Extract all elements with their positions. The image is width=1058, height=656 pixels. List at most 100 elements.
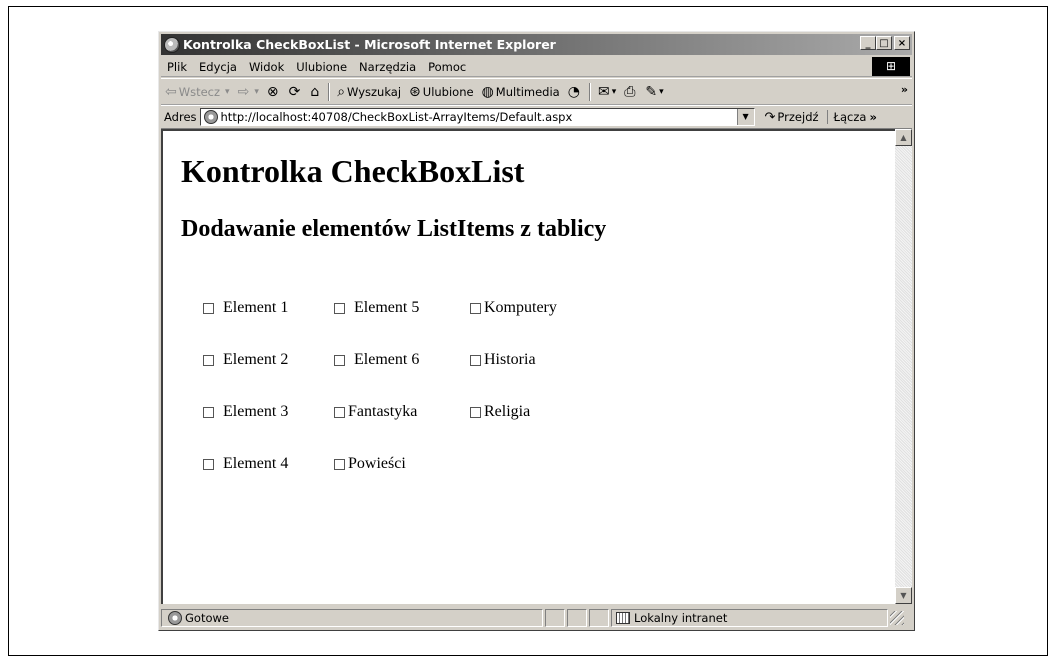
address-input[interactable]: http://localhost:40708/CheckBoxList-Arra… <box>199 108 755 126</box>
checkbox-item[interactable]: Element 1 <box>203 295 288 317</box>
vertical-scrollbar[interactable]: ▲ ▼ <box>895 129 912 604</box>
checkbox-item[interactable]: Element 6 <box>334 347 419 369</box>
menu-file[interactable]: Plik <box>161 60 193 74</box>
close-button[interactable]: × <box>894 36 910 50</box>
checkbox-item[interactable]: Element 2 <box>203 347 288 369</box>
checkbox-label: Powieści <box>348 455 406 472</box>
menu-edit[interactable]: Edycja <box>193 60 243 74</box>
print-button[interactable]: ⎙ <box>620 84 641 100</box>
favorites-button[interactable]: ⊛ Ulubione <box>405 84 478 100</box>
windows-flag-icon: ⊞ <box>872 57 910 76</box>
toolbar-separator <box>588 82 591 101</box>
refresh-button[interactable]: ⟳ <box>285 84 307 100</box>
back-arrow-icon: ⇦ <box>165 83 177 100</box>
browser-window: Kontrolka CheckBoxList - Microsoft Inter… <box>158 31 915 631</box>
search-label: Wyszukaj <box>347 84 402 99</box>
search-button[interactable]: ⌕ Wyszukaj <box>333 84 405 100</box>
forward-dropdown-icon[interactable]: ▾ <box>254 87 259 97</box>
favorites-label: Ulubione <box>422 84 474 99</box>
multimedia-label: Multimedia <box>495 84 560 99</box>
edit-dropdown-icon[interactable]: ▾ <box>659 87 664 97</box>
refresh-icon: ⟳ <box>288 83 301 100</box>
checkbox[interactable] <box>334 302 345 314</box>
checkbox-item[interactable]: Religia <box>470 399 530 421</box>
checkbox-item[interactable]: Komputery <box>470 295 557 317</box>
menu-tools[interactable]: Narzędzia <box>353 60 422 74</box>
checkbox[interactable] <box>203 406 214 418</box>
checkbox[interactable] <box>334 354 345 366</box>
links-button[interactable]: Łącza» <box>826 110 877 124</box>
menu-help[interactable]: Pomoc <box>422 60 472 74</box>
menu-favorites[interactable]: Ulubione <box>290 60 353 74</box>
status-pane-empty <box>589 609 609 627</box>
back-button[interactable]: ⇦ Wstecz ▾ <box>161 84 234 100</box>
security-zone: Lokalny intranet <box>611 609 888 627</box>
checkbox-item[interactable]: Fantastyka <box>334 399 417 421</box>
address-bar: Adres http://localhost:40708/CheckBoxLis… <box>161 105 912 129</box>
links-label: Łącza <box>833 110 867 124</box>
history-icon: ◔ <box>567 83 580 100</box>
back-dropdown-icon[interactable]: ▾ <box>225 87 230 97</box>
checkbox[interactable] <box>203 354 214 366</box>
checkbox[interactable] <box>203 458 214 470</box>
page-icon <box>168 611 182 625</box>
checkbox[interactable] <box>470 406 481 418</box>
search-icon: ⌕ <box>337 83 346 100</box>
multimedia-icon: ◍ <box>481 83 494 100</box>
status-bar: Gotowe Lokalny intranet <box>161 608 912 628</box>
go-arrow-icon: ↷ <box>764 109 776 125</box>
edit-button[interactable]: ✎ ▾ <box>641 84 667 100</box>
checkbox-label: Element 3 <box>223 403 289 420</box>
title-bar[interactable]: Kontrolka CheckBoxList - Microsoft Inter… <box>161 34 912 55</box>
toolbar-separator <box>328 82 331 101</box>
checkbox-item[interactable]: Element 3 <box>203 399 288 421</box>
print-icon: ⎙ <box>624 83 636 100</box>
checkbox-label: Element 5 <box>354 299 420 316</box>
forward-arrow-icon: ⇨ <box>237 83 250 100</box>
checkbox-label: Religia <box>484 403 531 420</box>
back-label: Wstecz <box>178 84 221 99</box>
toolbar-chevron-icon[interactable]: » <box>901 83 908 96</box>
checkbox-item[interactable]: Powieści <box>334 451 406 473</box>
mail-button[interactable]: ✉ ▾ <box>594 84 620 100</box>
stop-button[interactable]: ⊗ <box>263 84 285 100</box>
checkbox[interactable] <box>334 406 345 418</box>
page-content: Kontrolka CheckBoxList Dodawanie element… <box>161 129 897 604</box>
scroll-down-icon[interactable]: ▼ <box>895 587 912 604</box>
checkbox-item[interactable]: Element 5 <box>334 295 419 317</box>
checkbox-label: Historia <box>484 351 536 368</box>
resize-grip-icon[interactable] <box>890 611 904 625</box>
go-button[interactable]: ↷ Przejdź <box>755 110 827 125</box>
minimize-button[interactable]: _ <box>860 36 876 50</box>
history-button[interactable]: ◔ <box>564 84 586 100</box>
stop-icon: ⊗ <box>266 83 279 100</box>
checkbox-label: Element 1 <box>223 299 289 316</box>
checkbox-item[interactable]: Historia <box>470 347 536 369</box>
favorites-star-icon: ⊛ <box>409 83 421 100</box>
mail-dropdown-icon[interactable]: ▾ <box>612 87 617 97</box>
checkbox[interactable] <box>334 458 345 470</box>
checkbox-label: Komputery <box>484 299 557 316</box>
checkbox[interactable] <box>470 354 481 366</box>
scroll-up-icon[interactable]: ▲ <box>895 129 912 146</box>
home-button[interactable]: ⌂ <box>306 84 325 100</box>
page-subheading: Dodawanie elementów ListItems z tablicy <box>181 216 607 242</box>
checkbox[interactable] <box>203 302 214 314</box>
status-pane-empty <box>545 609 565 627</box>
forward-button[interactable]: ⇨ ▾ <box>234 84 263 100</box>
menu-bar: Plik Edycja Widok Ulubione Narzędzia Pom… <box>161 57 912 77</box>
status-pane-empty <box>567 609 587 627</box>
maximize-button[interactable]: □ <box>876 36 892 50</box>
multimedia-button[interactable]: ◍ Multimedia <box>478 84 564 100</box>
zone-text: Lokalny intranet <box>634 611 728 625</box>
mail-icon: ✉ <box>597 83 610 100</box>
checkbox-list: Element 1 Element 5 Komputery Element 2 … <box>203 295 557 503</box>
checkbox-item[interactable]: Element 4 <box>203 451 288 473</box>
address-dropdown-icon[interactable]: ▼ <box>736 109 754 125</box>
status-pane: Gotowe <box>161 609 543 627</box>
status-text: Gotowe <box>185 611 229 625</box>
window-controls: _ □ × <box>860 36 910 50</box>
checkbox-label: Element 6 <box>354 351 420 368</box>
checkbox[interactable] <box>470 302 481 314</box>
menu-view[interactable]: Widok <box>243 60 290 74</box>
